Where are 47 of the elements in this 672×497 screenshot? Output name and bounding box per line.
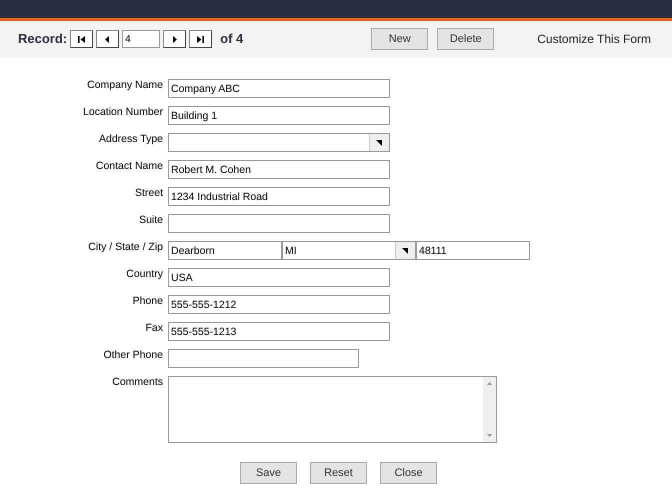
field-label: Location Number <box>82 106 164 118</box>
last-record-button[interactable] <box>189 30 212 48</box>
field-label: Company Name <box>86 79 164 91</box>
dropdown-arrow-icon[interactable] <box>376 139 383 146</box>
record-count: of 4 <box>220 30 244 48</box>
field-label: Address Type <box>98 133 164 145</box>
field-label: City / State / Zip <box>87 241 164 253</box>
input-field[interactable] <box>168 214 390 233</box>
comments-field[interactable] <box>168 376 497 443</box>
delete-button[interactable]: Delete <box>437 28 494 50</box>
field-label: Other Phone <box>102 349 164 361</box>
previous-record-button[interactable] <box>96 30 120 48</box>
close-button[interactable]: Close <box>380 462 437 484</box>
dropdown-arrow-icon[interactable] <box>402 247 409 254</box>
customize-link[interactable]: Customize This Form <box>537 30 652 48</box>
input-field[interactable]: 555-555-1212 <box>168 295 390 314</box>
field-label: Comments <box>111 376 164 388</box>
input-field[interactable]: 1234 Industrial Road <box>168 187 390 206</box>
field-label: Street <box>134 187 164 199</box>
field-label: Suite <box>138 214 164 226</box>
input-field[interactable]: Dearborn <box>168 241 282 260</box>
input-field[interactable]: USA <box>168 268 390 287</box>
scrollbar[interactable] <box>483 377 496 442</box>
field-label: Contact Name <box>94 160 164 172</box>
first-icon <box>77 34 86 44</box>
last-icon <box>196 34 206 44</box>
field-label: Phone <box>132 295 164 307</box>
next-record-button[interactable] <box>163 30 186 48</box>
input-field[interactable]: 555-555-1213 <box>168 322 390 341</box>
input-field[interactable]: Building 1 <box>168 106 390 125</box>
record-field[interactable]: 4 <box>122 30 160 48</box>
record-label: Record: <box>18 30 68 48</box>
new-button[interactable]: New <box>371 28 428 50</box>
reset-button[interactable]: Reset <box>310 462 367 484</box>
input-field[interactable] <box>168 349 359 368</box>
next-icon <box>170 34 180 44</box>
field-label: Fax <box>144 322 164 334</box>
first-record-button[interactable] <box>70 30 94 48</box>
scroll-up-icon[interactable] <box>487 382 492 385</box>
save-button[interactable]: Save <box>240 462 297 484</box>
scroll-down-icon[interactable] <box>487 434 492 437</box>
input-field[interactable]: Company ABC <box>168 79 390 98</box>
input-field[interactable]: 48111 <box>416 241 530 260</box>
dropdown-value: MI <box>284 244 298 259</box>
dropdown[interactable]: MI <box>282 241 416 260</box>
field-label: Country <box>125 268 164 280</box>
input-field[interactable]: Robert M. Cohen <box>168 160 390 179</box>
